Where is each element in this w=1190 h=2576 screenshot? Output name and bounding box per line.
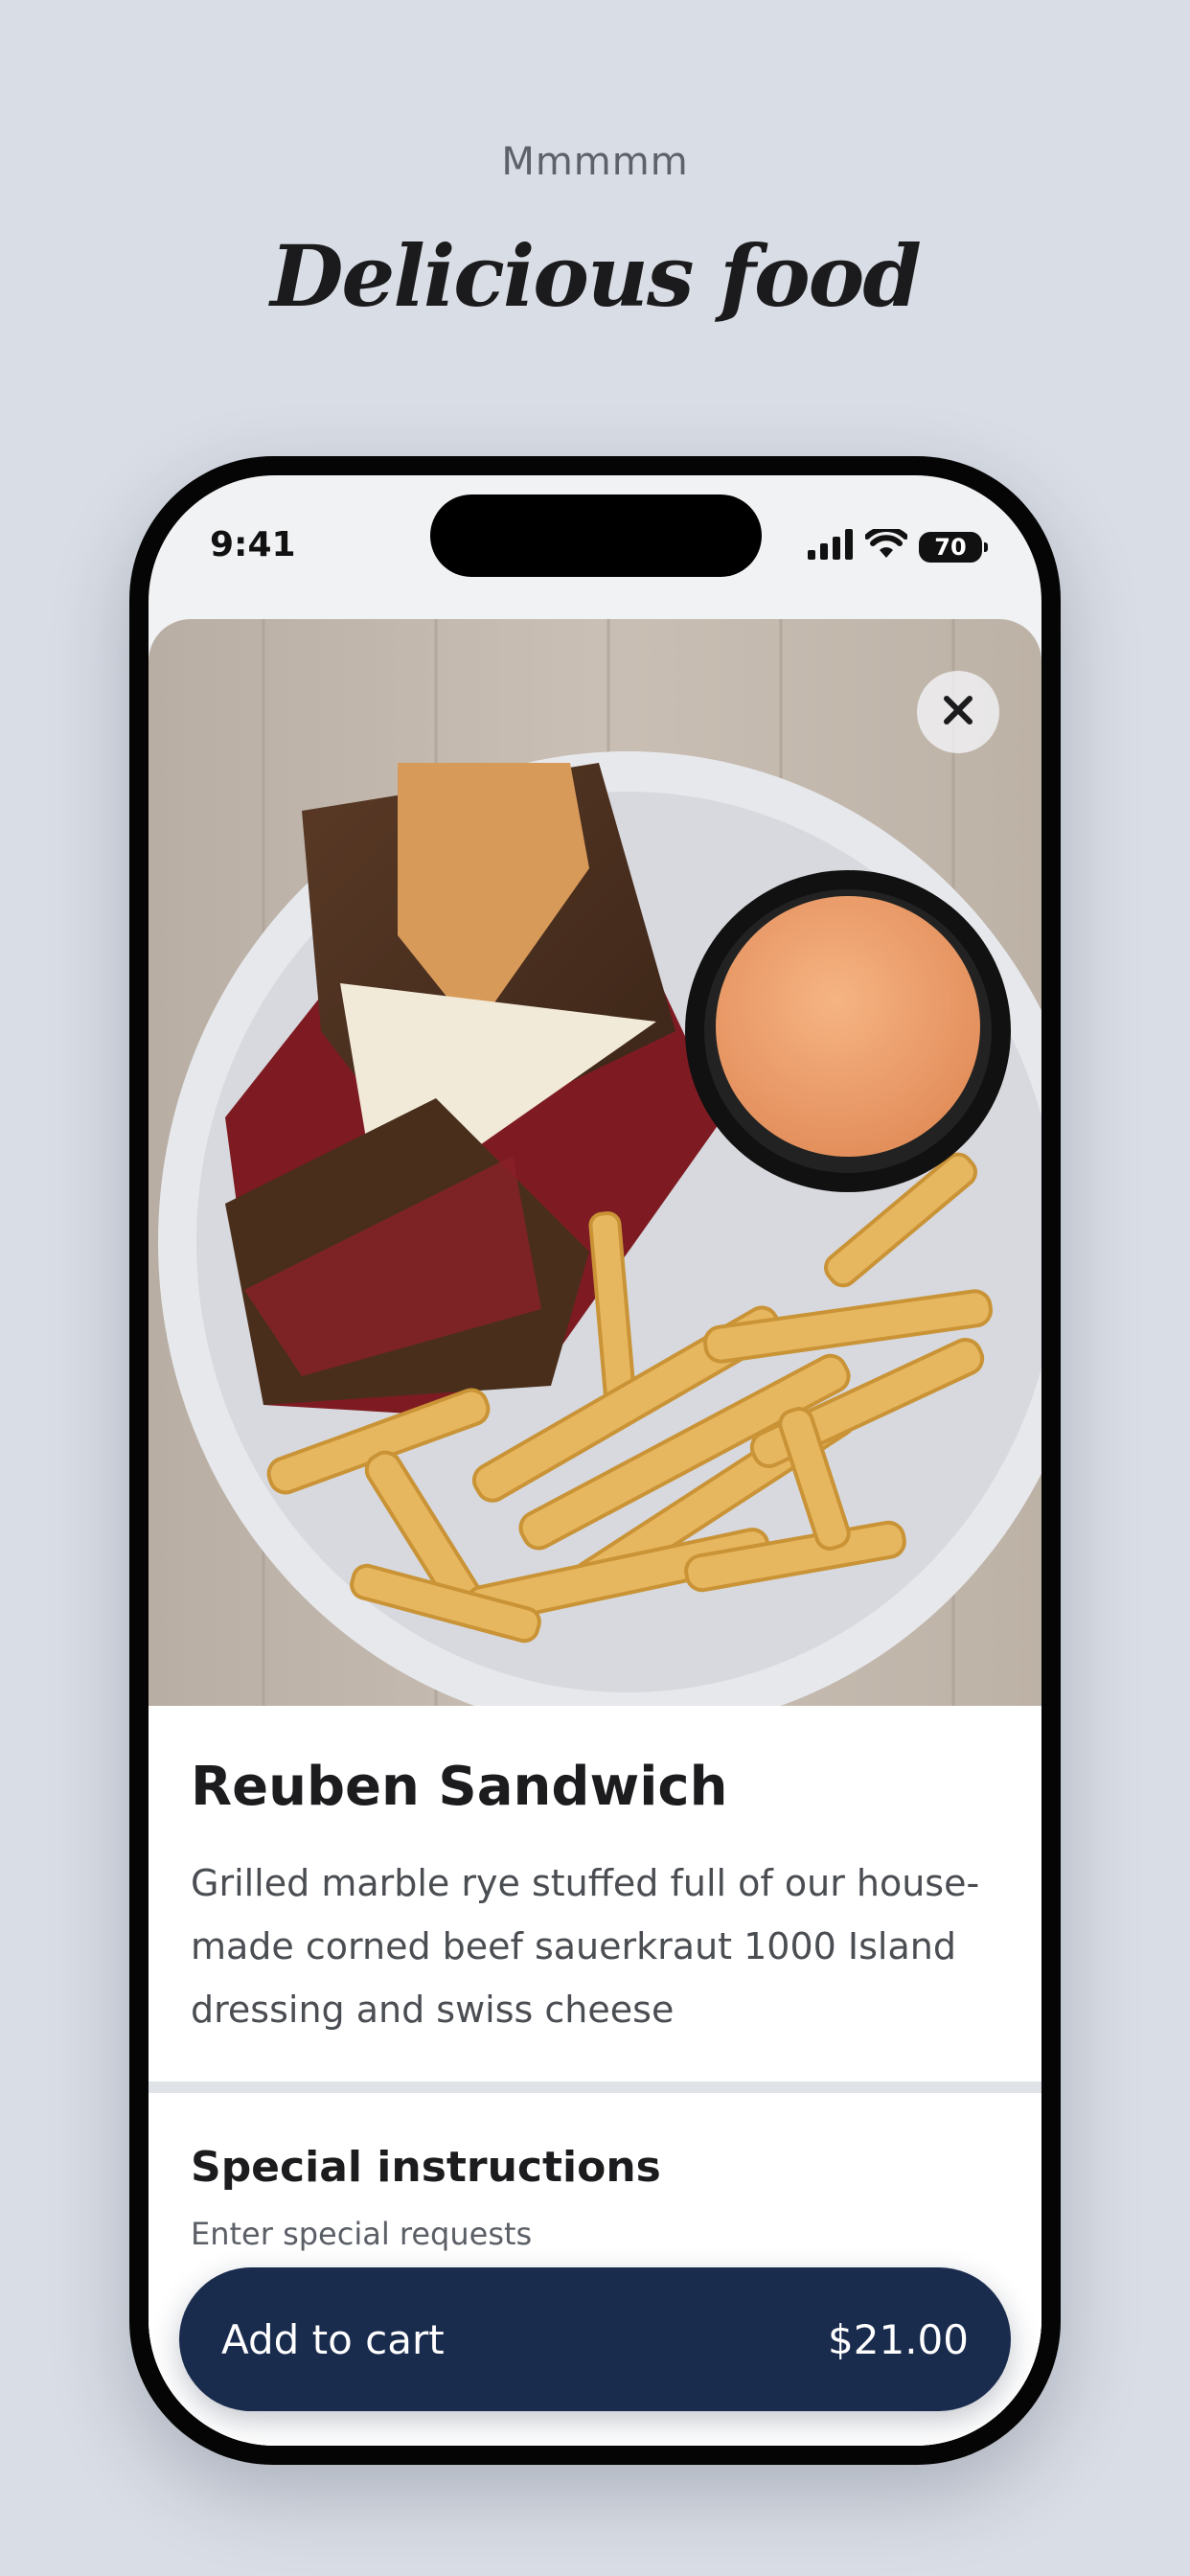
page-pretitle: Mmmmm <box>501 140 689 184</box>
page-title: Delicious food <box>270 226 922 326</box>
item-info: Reuben Sandwich Grilled marble rye stuff… <box>149 1706 1041 2082</box>
close-icon <box>942 694 974 731</box>
dynamic-island <box>430 494 762 577</box>
food-image <box>149 619 1041 1733</box>
special-instructions-input[interactable] <box>191 2216 976 2252</box>
wifi-icon <box>864 526 908 564</box>
special-instructions-title: Special instructions <box>191 2143 661 2192</box>
status-time: 9:41 <box>210 525 296 564</box>
item-detail-sheet: Reuben Sandwich Grilled marble rye stuff… <box>149 619 1041 2446</box>
section-divider <box>149 2082 1041 2093</box>
status-icons: 70 <box>808 526 988 564</box>
battery-icon: 70 <box>919 531 988 563</box>
cart-price: $21.00 <box>828 2315 969 2363</box>
status-bar: 9:41 70 <box>149 475 1041 619</box>
phone-screen: 9:41 70 Reuben Sandwich Grilled marble r… <box>149 475 1041 2446</box>
add-to-cart-button[interactable]: Add to cart $21.00 <box>179 2267 1011 2411</box>
item-description: Grilled marble rye stuffed full of our h… <box>191 1862 980 2031</box>
add-to-cart-label: Add to cart <box>221 2315 445 2363</box>
signal-icon <box>808 529 854 564</box>
item-name: Reuben Sandwich <box>191 1756 728 1818</box>
close-button[interactable] <box>917 671 999 753</box>
phone-frame: 9:41 70 Reuben Sandwich Grilled marble r… <box>129 456 1061 2465</box>
